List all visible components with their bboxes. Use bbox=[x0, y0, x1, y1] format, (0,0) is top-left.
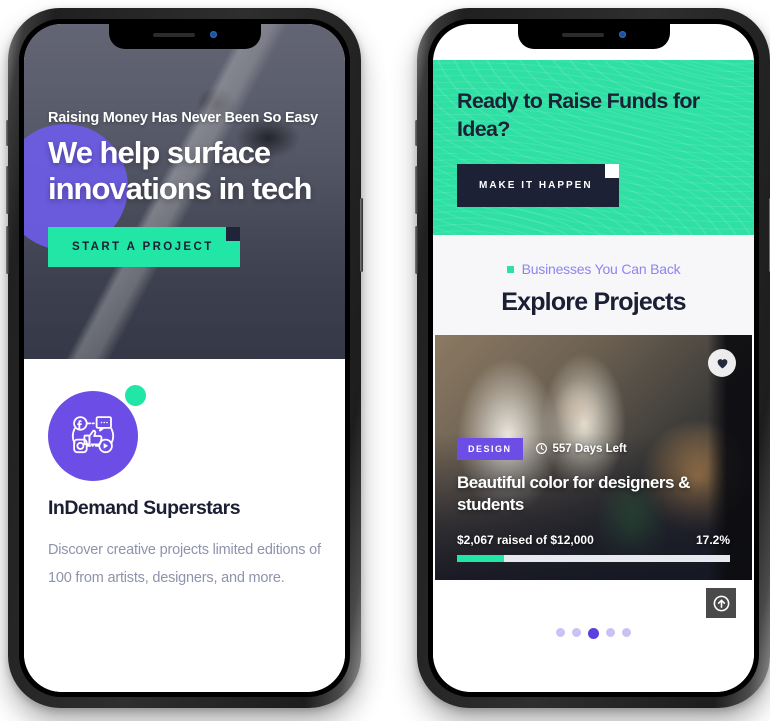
phone-device-right: Ready to Raise Funds for Idea? MAKE IT H… bbox=[415, 8, 770, 708]
banner-title: Ready to Raise Funds for Idea? bbox=[457, 89, 700, 141]
carousel-dot[interactable] bbox=[588, 628, 599, 639]
clock-icon bbox=[535, 443, 547, 455]
days-left: 557 Days Left bbox=[535, 442, 627, 455]
feature-icon-wrap bbox=[48, 385, 148, 481]
silent-switch[interactable] bbox=[6, 120, 9, 146]
phone-bezel-left: Raising Money Has Never Been So Easy We … bbox=[19, 19, 350, 697]
days-left-label: 557 Days Left bbox=[552, 442, 627, 455]
carousel-dot[interactable] bbox=[572, 628, 581, 637]
project-meta-row: DESIGN 557 Days Left bbox=[457, 437, 730, 460]
phone-device-left: Raising Money Has Never Been So Easy We … bbox=[6, 8, 363, 708]
power-button[interactable] bbox=[360, 198, 363, 272]
funding-progress-bar bbox=[457, 555, 730, 562]
start-a-project-button[interactable]: START A PROJECT bbox=[48, 226, 240, 267]
project-funding-row: $2,067 raised of $12,000 17.2% bbox=[457, 533, 730, 547]
carousel-footer bbox=[433, 580, 754, 692]
feature-panel: InDemand Superstars Discover creative pr… bbox=[24, 359, 345, 692]
section-title: Explore Projects bbox=[501, 288, 686, 316]
hero-eyebrow: Raising Money Has Never Been So Easy bbox=[48, 110, 319, 126]
notch-left bbox=[108, 24, 261, 49]
heart-icon bbox=[717, 359, 727, 369]
screen-left: Raising Money Has Never Been So Easy We … bbox=[24, 24, 345, 692]
phone-bezel-right: Ready to Raise Funds for Idea? MAKE IT H… bbox=[428, 19, 759, 697]
notch-right bbox=[517, 24, 670, 49]
cta-corner-accent bbox=[225, 226, 240, 241]
volume-down-button[interactable] bbox=[415, 226, 418, 274]
arrow-up-circle-icon bbox=[713, 595, 729, 611]
carousel-dot[interactable] bbox=[556, 628, 565, 637]
front-camera-icon bbox=[209, 31, 217, 38]
banner-wave-pattern-secondary bbox=[433, 60, 754, 235]
start-a-project-label: START A PROJECT bbox=[72, 240, 214, 253]
phone-mockup-stage: Raising Money Has Never Been So Easy We … bbox=[0, 0, 770, 721]
social-media-icon bbox=[48, 391, 138, 481]
feature-title: InDemand Superstars bbox=[48, 497, 241, 519]
social-media-glyph bbox=[71, 416, 115, 454]
raise-funds-banner: Ready to Raise Funds for Idea? MAKE IT H… bbox=[433, 60, 754, 235]
raised-amount: $2,067 raised of $12,000 bbox=[457, 533, 594, 547]
hero-section: Raising Money Has Never Been So Easy We … bbox=[24, 24, 345, 359]
section-eyebrow-label: Businesses You Can Back bbox=[521, 261, 681, 277]
cta-corner-accent bbox=[604, 163, 619, 178]
bullet-square-icon bbox=[506, 265, 514, 273]
section-eyebrow: Businesses You Can Back bbox=[433, 261, 754, 277]
earpiece-speaker-icon bbox=[152, 32, 195, 37]
silent-switch[interactable] bbox=[415, 120, 418, 146]
front-camera-icon bbox=[618, 31, 626, 38]
volume-up-button[interactable] bbox=[6, 166, 9, 214]
project-card[interactable]: DESIGN 557 Days Left Beautiful color for… bbox=[435, 335, 752, 580]
carousel-dot[interactable] bbox=[606, 628, 615, 637]
feature-icon-accent-dot bbox=[125, 385, 146, 406]
funded-percent: 17.2% bbox=[695, 533, 730, 547]
hero-title: We help surface innovations in tech bbox=[48, 135, 312, 206]
carousel-dots[interactable] bbox=[433, 628, 754, 639]
volume-up-button[interactable] bbox=[415, 166, 418, 214]
feature-description: Discover creative projects limited editi… bbox=[48, 542, 321, 587]
favorite-button[interactable] bbox=[708, 349, 736, 377]
screen-right: Ready to Raise Funds for Idea? MAKE IT H… bbox=[433, 24, 754, 692]
hero-content: Raising Money Has Never Been So Easy We … bbox=[48, 110, 329, 267]
make-it-happen-button[interactable]: MAKE IT HAPPEN bbox=[457, 163, 619, 207]
explore-section-header: Businesses You Can Back Explore Projects bbox=[433, 235, 754, 335]
category-badge[interactable]: DESIGN bbox=[457, 437, 523, 460]
volume-down-button[interactable] bbox=[6, 226, 9, 274]
carousel-dot[interactable] bbox=[622, 628, 631, 637]
project-card-body: DESIGN 557 Days Left Beautiful color for… bbox=[457, 437, 730, 562]
earpiece-speaker-icon bbox=[561, 32, 604, 37]
make-it-happen-label: MAKE IT HAPPEN bbox=[479, 179, 593, 191]
funding-progress-fill bbox=[457, 555, 504, 562]
project-title: Beautiful color for designers & students bbox=[457, 472, 690, 515]
scroll-to-top-button[interactable] bbox=[706, 588, 736, 618]
